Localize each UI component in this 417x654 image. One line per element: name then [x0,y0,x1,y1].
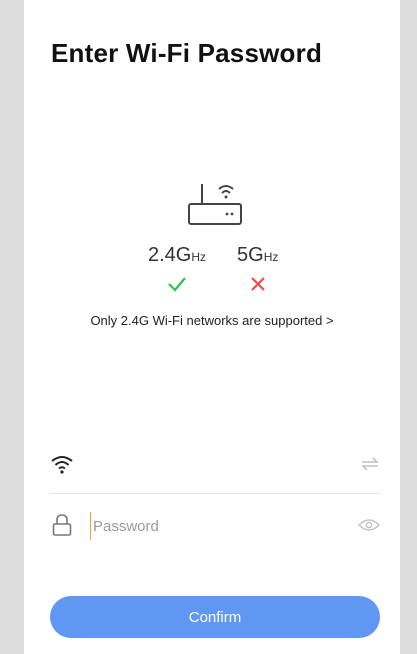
page-title: Enter Wi-Fi Password [51,38,323,68]
wifi-icon [51,456,73,474]
band-24g-label: 2.4GHz [148,244,207,266]
wifi-network-row[interactable] [50,448,380,484]
supported-networks-link[interactable]: Only 2.4G Wi-Fi networks are supported > [24,313,400,328]
lock-icon [52,514,72,536]
band-5g-label: 5GHz [237,244,279,266]
switch-network-icon[interactable] [360,456,380,472]
password-row [50,510,380,546]
password-input[interactable] [90,512,333,540]
divider [50,493,380,494]
router-icon [188,184,242,225]
check-icon [168,277,186,292]
confirm-button[interactable]: Confirm [50,596,380,638]
cross-icon [251,277,265,291]
band-row: 2.4GHz 5GHz [24,244,400,266]
page-panel: Enter Wi-Fi Password 2.4GHz 5GHz Only 2.… [24,0,400,654]
eye-icon[interactable] [358,518,380,532]
